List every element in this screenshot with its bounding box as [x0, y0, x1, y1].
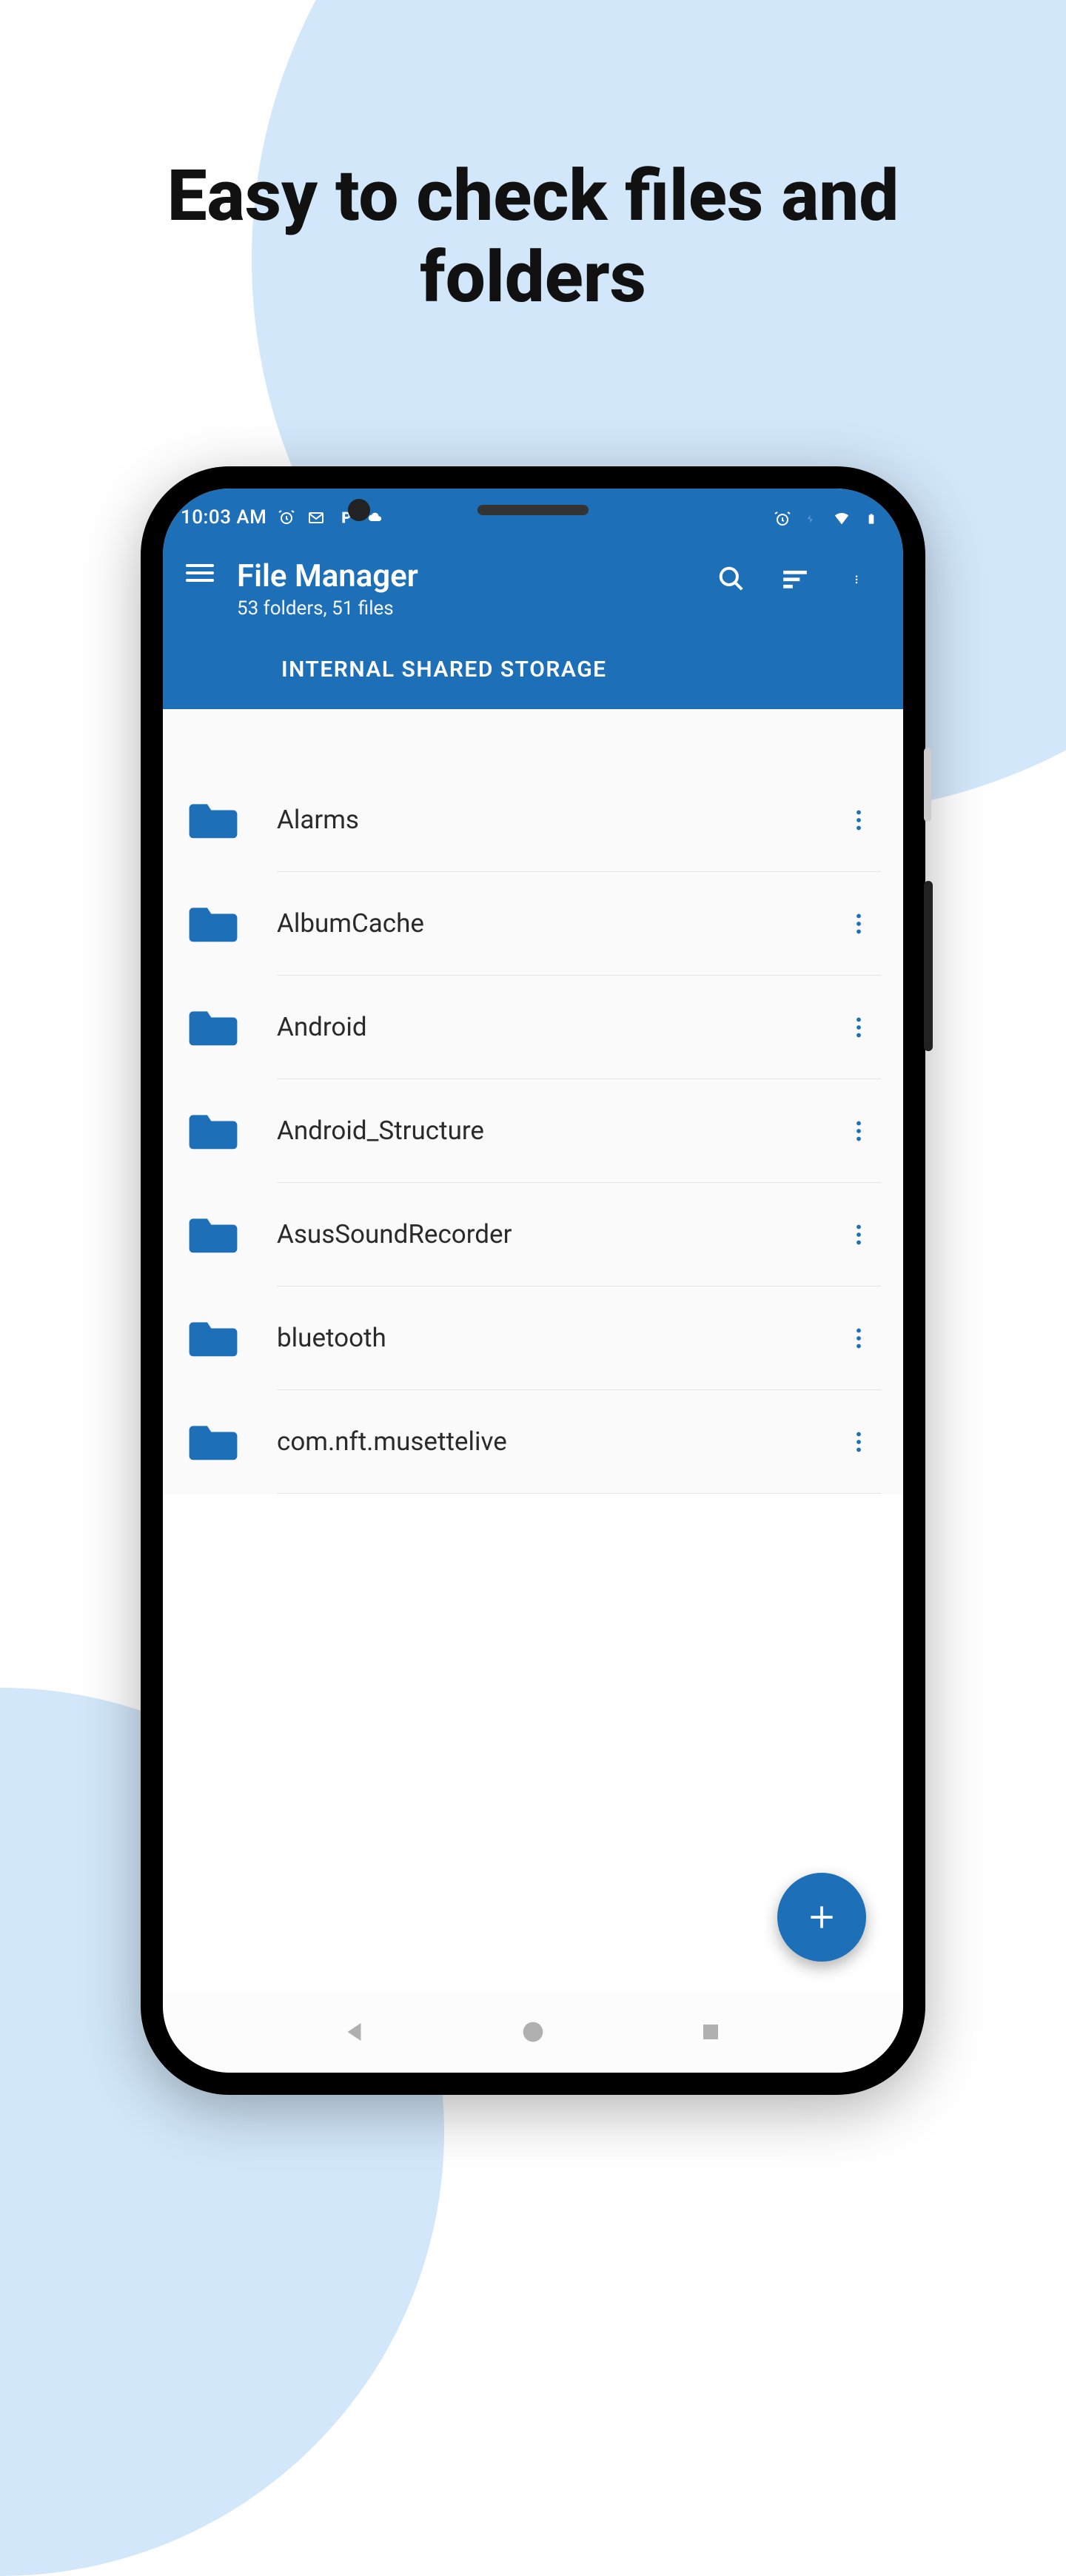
folder-icon: [188, 904, 238, 944]
more-vert-icon: [856, 1224, 862, 1245]
folder-more-button[interactable]: [844, 1220, 874, 1250]
overflow-menu-button[interactable]: [844, 564, 874, 594]
app-subtitle: 53 folders, 51 files: [237, 597, 694, 620]
folder-name: Alarms: [277, 805, 844, 835]
folder-more-button[interactable]: [844, 1116, 874, 1146]
sort-button[interactable]: [780, 564, 810, 594]
folder-more-button[interactable]: [844, 805, 874, 835]
breadcrumb-label: INTERNAL SHARED STORAGE: [281, 657, 607, 682]
folder-row[interactable]: Alarms: [163, 768, 903, 872]
menu-button[interactable]: [185, 558, 215, 588]
folder-name: com.nft.musettelive: [277, 1426, 844, 1457]
nav-back-button[interactable]: [337, 2013, 374, 2050]
data-icon: [802, 509, 822, 529]
more-vert-icon: [856, 1121, 862, 1141]
folder-more-button[interactable]: [844, 1013, 874, 1042]
nav-recent-icon: [700, 2021, 722, 2043]
more-vert-icon: [856, 913, 862, 934]
alarm-icon: [277, 508, 296, 527]
folder-row[interactable]: bluetooth: [163, 1287, 903, 1390]
folder-row[interactable]: AlbumCache: [163, 872, 903, 976]
phone-frame: 10:03 AM: [141, 466, 925, 2095]
app-title-wrap: File Manager 53 folders, 51 files: [237, 558, 694, 620]
headline-line-2: folders: [420, 236, 646, 319]
nav-recent-button[interactable]: [692, 2013, 729, 2050]
phone-side-button: [924, 881, 933, 1051]
headline-line-1: Easy to check files and: [167, 155, 899, 238]
folder-name: AlbumCache: [277, 908, 844, 939]
phone-camera-dot: [348, 499, 370, 521]
alarm-icon-right: [773, 509, 792, 529]
folder-more-button[interactable]: [844, 1324, 874, 1353]
search-button[interactable]: [717, 564, 746, 594]
app-bar: File Manager 53 folders, 51 files: [163, 533, 903, 620]
more-vert-icon: [856, 810, 862, 831]
more-vert-icon: [856, 1328, 862, 1349]
app-actions: [717, 564, 874, 594]
folder-icon: [188, 1215, 238, 1255]
folder-row[interactable]: com.nft.musettelive: [163, 1390, 903, 1494]
gmail-icon: [306, 508, 326, 527]
folder-name: Android_Structure: [277, 1116, 844, 1146]
phone-screen: 10:03 AM: [163, 489, 903, 2073]
app-title: File Manager: [237, 558, 694, 594]
folder-more-button[interactable]: [844, 1427, 874, 1457]
folder-name: Android: [277, 1012, 844, 1042]
nav-home-button[interactable]: [514, 2013, 552, 2050]
folder-icon: [188, 1111, 238, 1151]
marketing-headline: Easy to check files and folders: [0, 0, 1066, 319]
folder-icon: [188, 1318, 238, 1358]
folder-icon: [188, 800, 238, 840]
nav-home-icon: [521, 2020, 545, 2044]
folder-row[interactable]: Android: [163, 976, 903, 1079]
folder-more-button[interactable]: [844, 909, 874, 939]
folder-row[interactable]: AsusSoundRecorder: [163, 1183, 903, 1287]
battery-icon: [862, 509, 881, 529]
plus-icon: [805, 1901, 838, 1933]
fab-add-button[interactable]: [777, 1873, 866, 1962]
phone-side-button-small: [924, 748, 931, 822]
folder-list[interactable]: Alarms AlbumCache Android: [163, 709, 903, 1494]
folder-name: AsusSoundRecorder: [277, 1219, 844, 1250]
phone-speaker: [477, 505, 589, 515]
search-icon: [717, 565, 745, 593]
folder-name: bluetooth: [277, 1323, 844, 1353]
folder-icon: [188, 1422, 238, 1462]
android-nav-bar: [163, 1991, 903, 2073]
status-right: [773, 509, 881, 529]
more-vert-icon: [856, 1017, 862, 1038]
breadcrumb[interactable]: INTERNAL SHARED STORAGE: [163, 620, 903, 709]
list-top-spacer: [163, 709, 903, 768]
folder-icon: [188, 1007, 238, 1047]
wifi-icon: [832, 509, 851, 529]
folder-row[interactable]: Android_Structure: [163, 1079, 903, 1183]
status-time: 10:03 AM: [181, 506, 266, 529]
more-vert-icon: [855, 566, 862, 591]
sort-icon: [781, 565, 809, 593]
nav-back-icon: [342, 2019, 369, 2045]
more-vert-icon: [856, 1432, 862, 1452]
